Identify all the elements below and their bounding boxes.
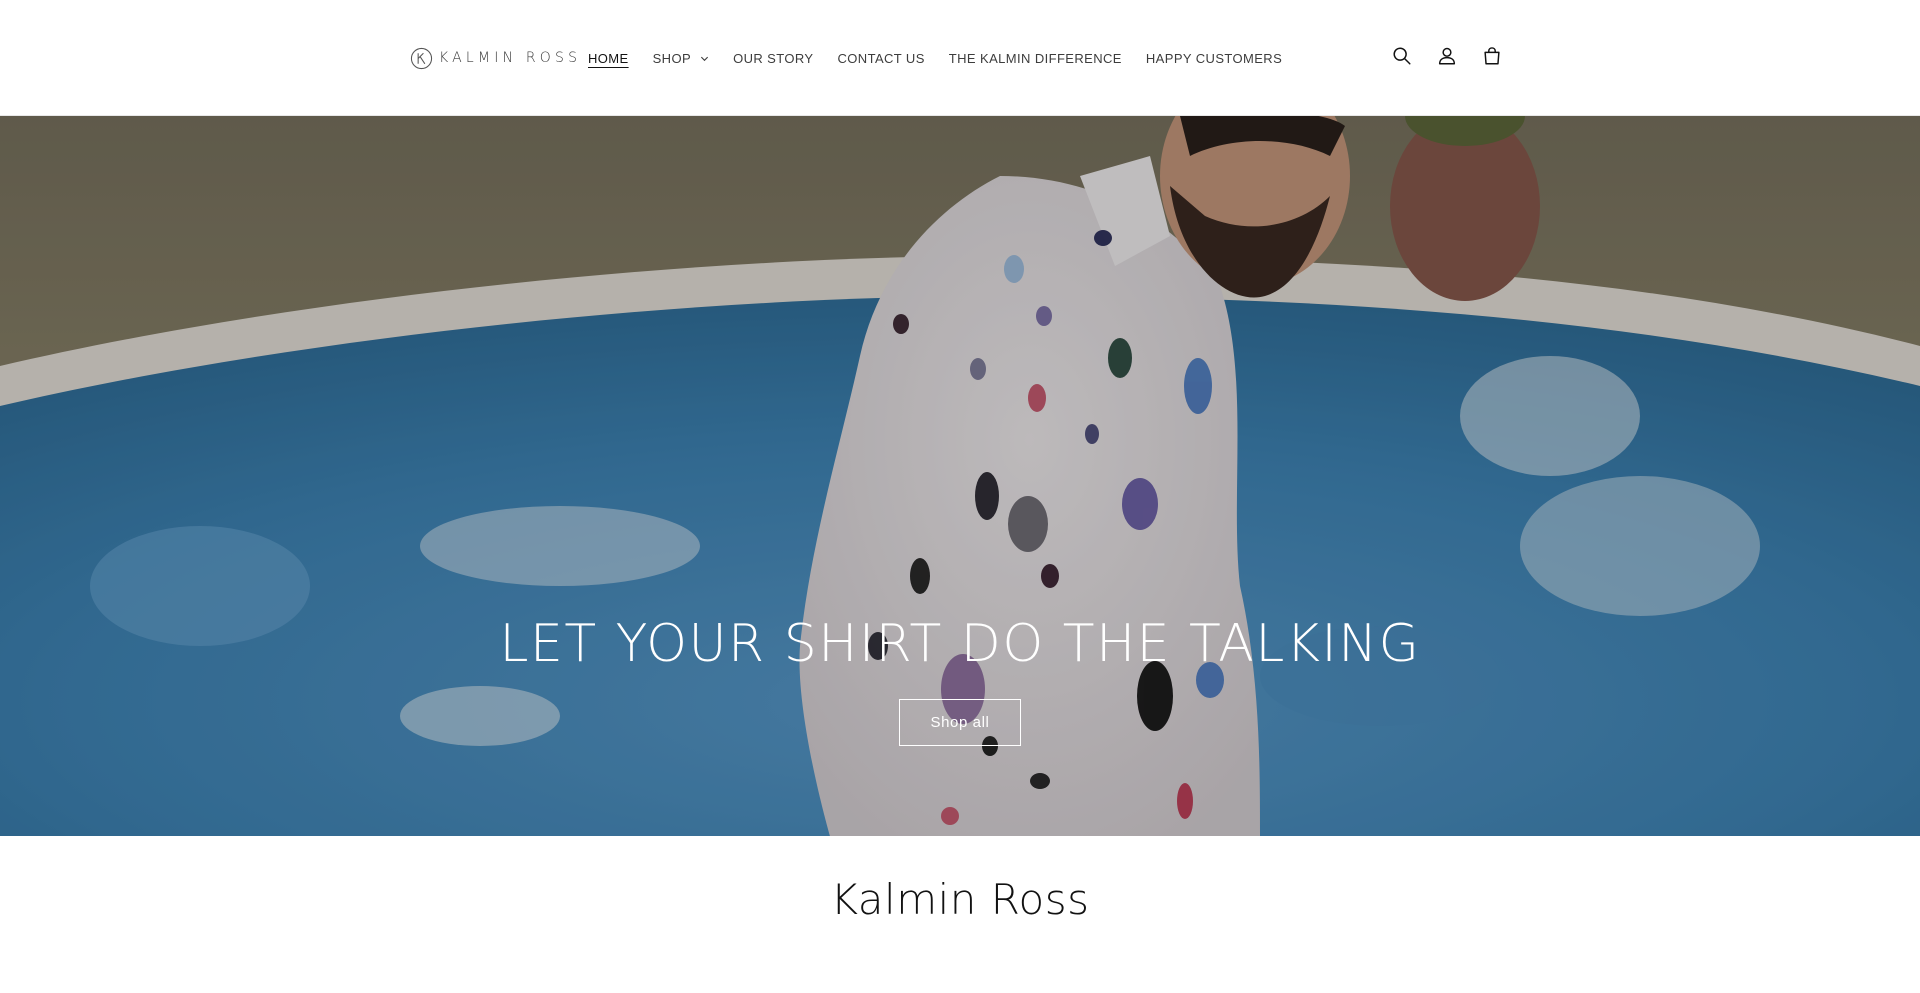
nav-item-happy-customers[interactable]: HAPPY CUSTOMERS <box>1146 51 1282 66</box>
account-button[interactable] <box>1435 44 1459 68</box>
nav-item-home[interactable]: HOME <box>588 51 629 66</box>
brand-heading: Kalmin Ross <box>830 875 1090 924</box>
main-nav: HOME SHOP OUR STORY CONTACT US THE KALMI… <box>588 47 1306 69</box>
nav-item-shop-label: SHOP <box>652 50 692 66</box>
cart-button[interactable] <box>1480 44 1504 68</box>
shop-all-button[interactable]: Shop all <box>899 699 1021 746</box>
nav-item-contact-us[interactable]: CONTACT US <box>837 51 924 66</box>
logo-mark-icon <box>410 47 433 69</box>
nav-item-shop[interactable]: SHOP <box>653 51 709 66</box>
logo[interactable]: KALMIN ROSS <box>410 45 581 71</box>
cart-icon <box>1484 47 1500 65</box>
hero-banner: LET YOUR SHIRT DO THE TALKING Shop all <box>0 116 1920 836</box>
logo-text: KALMIN ROSS <box>439 50 582 66</box>
nav-item-kalmin-difference[interactable]: THE KALMIN DIFFERENCE <box>949 51 1122 66</box>
hero-title: LET YOUR SHIRT DO THE TALKING <box>499 614 1421 674</box>
chevron-down-icon <box>701 56 709 61</box>
header-icons <box>1390 44 1504 68</box>
account-icon <box>1438 47 1456 65</box>
site-header: KALMIN ROSS HOME SHOP OUR STORY CONTACT … <box>0 0 1920 116</box>
search-icon <box>1393 47 1411 65</box>
nav-item-our-story[interactable]: OUR STORY <box>733 51 813 66</box>
search-button[interactable] <box>1390 44 1414 68</box>
